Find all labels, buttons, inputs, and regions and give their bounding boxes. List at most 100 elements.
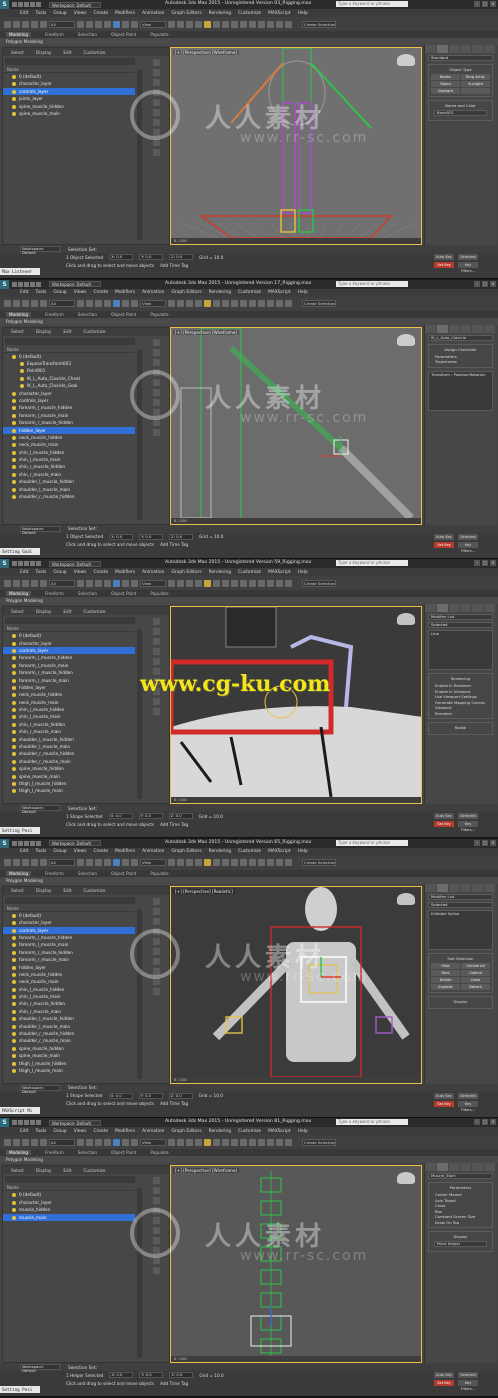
name-field[interactable]: Point Helper (434, 1241, 487, 1248)
explorer-row[interactable]: thigh_l_muscle_main (3, 1067, 135, 1074)
hierarchy-tab-icon[interactable] (448, 1163, 460, 1172)
explorer-row[interactable]: shoulder_r_muscle_hidden (3, 493, 135, 500)
explorer-find-field[interactable] (5, 1176, 135, 1184)
viewport-label[interactable]: [+] [Perspective] [Wireframe] (173, 1168, 240, 1174)
render-frame-icon[interactable] (276, 1138, 283, 1146)
material-editor-icon[interactable] (258, 20, 265, 28)
coordinate-field[interactable]: Y: 0.0 (139, 254, 164, 260)
explorer-row[interactable]: forearm_l_muscle_hidden (3, 654, 135, 661)
undo-icon[interactable] (4, 579, 11, 587)
menu-item[interactable]: Views (74, 11, 87, 16)
layer-bulb-icon[interactable] (12, 715, 16, 720)
explorer-row[interactable]: forearm_l_muscle_hidden (3, 934, 135, 941)
menu-item[interactable]: MAXScript (268, 290, 291, 295)
layer-bulb-icon[interactable] (12, 987, 16, 992)
workspace-dropdown[interactable]: Workspace: Default (20, 525, 60, 534)
layer-bulb-icon[interactable] (12, 767, 16, 772)
redo-icon[interactable] (13, 20, 20, 28)
set-key-button[interactable]: Set Key (434, 1380, 454, 1387)
display-tab-icon[interactable] (472, 45, 484, 53)
schematic-icon[interactable] (249, 300, 256, 308)
maximize-icon[interactable]: □ (482, 280, 488, 287)
explorer-row[interactable]: shin_r_muscle_main (3, 1008, 135, 1015)
pivot-icon[interactable] (168, 859, 175, 867)
maximize-icon[interactable]: □ (482, 560, 488, 567)
layer-bulb-icon[interactable] (12, 759, 16, 764)
bone-filter-icon[interactable] (152, 708, 160, 716)
maximize-icon[interactable]: □ (482, 839, 488, 846)
ribbon-tab[interactable]: Freeform (45, 871, 64, 876)
layer-bulb-icon[interactable] (12, 82, 16, 87)
layer-bulb-icon[interactable] (12, 693, 16, 698)
mirror-icon[interactable] (204, 1138, 211, 1146)
layer-bulb-icon[interactable] (12, 958, 16, 963)
schematic-icon[interactable] (249, 859, 256, 867)
bind-icon[interactable] (40, 300, 47, 308)
hierarchy-tab-icon[interactable] (448, 604, 460, 613)
scale-icon[interactable] (131, 1138, 138, 1146)
rollout-button[interactable]: Biped (431, 81, 460, 87)
rollout-button[interactable]: Bones (431, 74, 460, 80)
motion-tab-icon[interactable] (460, 1163, 472, 1172)
shape-filter-icon[interactable] (152, 79, 160, 86)
redo-icon[interactable] (13, 300, 20, 308)
named-selection-dropdown[interactable]: Create Selection Set (302, 1138, 336, 1146)
layer-bulb-icon[interactable] (12, 656, 16, 661)
menu-item[interactable]: Tools (36, 1129, 47, 1134)
render-icon[interactable] (285, 1138, 292, 1146)
menu-item[interactable]: Create (93, 290, 108, 295)
scale-icon[interactable] (131, 859, 138, 867)
modify-tab-icon[interactable] (436, 604, 448, 613)
render-frame-icon[interactable] (276, 20, 283, 28)
explorer-row[interactable]: character_layer (3, 390, 135, 397)
viewcube-icon[interactable] (397, 1172, 415, 1185)
layer-bulb-icon[interactable] (12, 1032, 16, 1037)
viewport-scene[interactable] (171, 886, 422, 1084)
layer-bulb-icon[interactable] (12, 921, 16, 926)
layer-bulb-icon[interactable] (12, 774, 16, 779)
schematic-icon[interactable] (249, 20, 256, 28)
pivot-icon[interactable] (168, 300, 175, 308)
percent-snap-icon[interactable] (195, 300, 202, 308)
explorer-find-field[interactable] (5, 896, 135, 904)
ribbon-panel-label[interactable]: Polygon Modeling (0, 317, 498, 325)
select-by-name-icon[interactable] (86, 20, 93, 28)
workspace-dropdown[interactable]: Workspace: Default (20, 246, 60, 255)
rect-select-icon[interactable] (95, 20, 102, 28)
selection-filter-dropdown[interactable]: All (49, 1138, 75, 1146)
layer-bulb-icon[interactable] (12, 641, 16, 646)
render-setup-icon[interactable] (267, 1138, 274, 1146)
display-filter-icon[interactable] (152, 1177, 160, 1185)
coordinate-field[interactable]: Y: 0.0 (139, 1372, 164, 1379)
coordinate-field[interactable]: X: 0.0 (109, 254, 134, 260)
scale-icon[interactable] (131, 300, 138, 308)
new-file-icon[interactable] (12, 2, 17, 7)
layer-bulb-icon[interactable] (12, 391, 16, 396)
layer-manager-icon[interactable] (222, 579, 229, 587)
layer-bulb-icon[interactable] (12, 443, 16, 448)
menu-item[interactable]: Views (74, 570, 87, 575)
ribbon-tab[interactable]: Populate (150, 591, 168, 596)
coordinate-system-dropdown[interactable]: View (140, 579, 166, 587)
graphite-icon[interactable] (231, 1138, 238, 1146)
explorer-menu-item[interactable]: Display (36, 888, 51, 893)
auto-key-button[interactable]: Auto Key (434, 254, 454, 260)
snap-icon[interactable] (177, 20, 184, 28)
explorer-row[interactable]: spine_muscle_main (3, 110, 135, 117)
perspective-viewport[interactable]: [+] [Perspective] [Realistic] 0 / 100 (170, 885, 422, 1084)
mirror-icon[interactable] (204, 20, 211, 28)
controller-list[interactable]: Transform : Position/Rotation (428, 370, 493, 411)
menu-item[interactable]: Create (93, 849, 108, 854)
layer-bulb-icon[interactable] (12, 450, 16, 455)
bone-filter-icon[interactable] (152, 149, 160, 156)
app-logo-icon[interactable]: S (0, 559, 9, 569)
explorer-menu-item[interactable]: Display (36, 609, 51, 614)
app-logo-icon[interactable]: S (0, 838, 9, 848)
menu-item[interactable]: Customize (238, 1129, 261, 1134)
rollout-button[interactable] (461, 88, 490, 94)
modifier-stack[interactable]: Editable Spline (428, 909, 493, 950)
open-file-icon[interactable] (18, 561, 23, 567)
rollout-button[interactable]: Hide (431, 962, 460, 969)
unlink-icon[interactable] (31, 579, 38, 587)
rollout-button[interactable]: Ring Array (461, 74, 490, 80)
